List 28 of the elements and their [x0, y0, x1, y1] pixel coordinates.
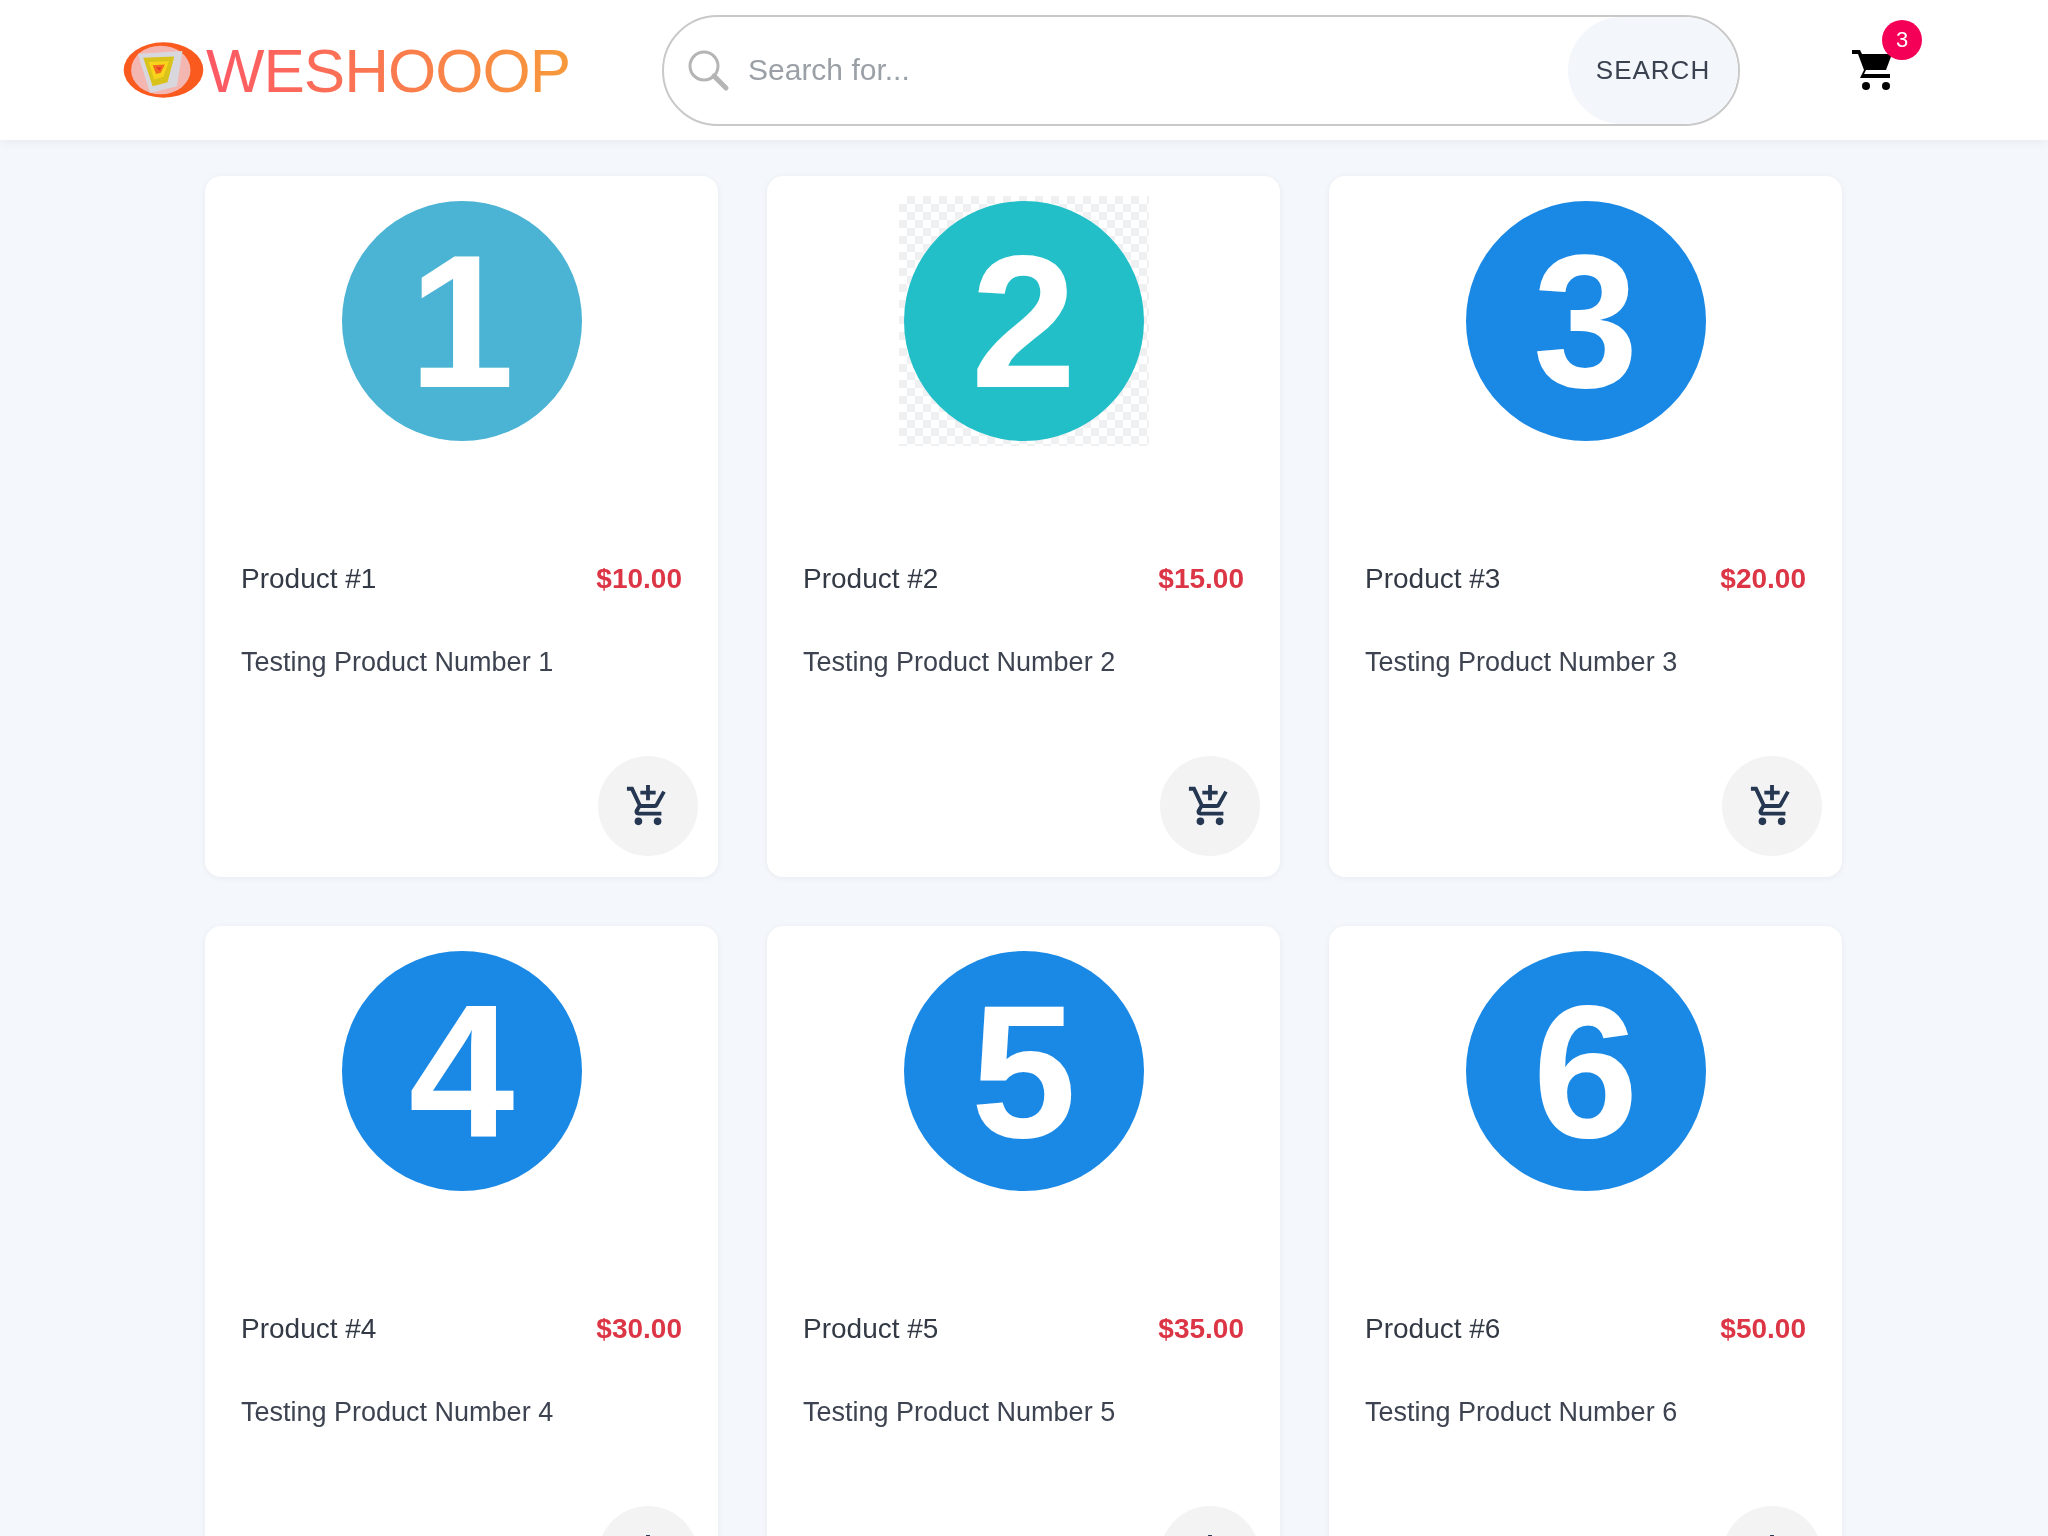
product-description: Testing Product Number 4 — [241, 1396, 555, 1429]
product-name: Product #1 — [241, 562, 377, 596]
product-price: $20.00 — [1720, 562, 1806, 596]
product-price: $15.00 — [1158, 562, 1244, 596]
search-button[interactable]: SEARCH — [1568, 16, 1738, 124]
product-name: Product #2 — [803, 562, 939, 596]
product-description: Testing Product Number 6 — [1365, 1396, 1679, 1429]
cart-count-badge: 3 — [1882, 20, 1922, 60]
number-badge-image: 3 — [1465, 201, 1706, 441]
product-price: $50.00 — [1720, 1312, 1806, 1346]
product-name: Product #6 — [1365, 1312, 1501, 1346]
product-description: Testing Product Number 3 — [1365, 646, 1679, 679]
number-badge-image: 5 — [903, 951, 1144, 1191]
number-badge-image: 2 — [903, 201, 1144, 441]
number-badge-image: 1 — [341, 201, 582, 441]
product-name: Product #5 — [803, 1312, 939, 1346]
number-badge-image: 6 — [1465, 951, 1706, 1191]
product-description: Testing Product Number 1 — [241, 646, 555, 679]
number-badge-image: 4 — [341, 951, 582, 1191]
product-name: Product #3 — [1365, 562, 1501, 596]
product-description: Testing Product Number 2 — [803, 646, 1117, 679]
product-price: $35.00 — [1158, 1312, 1244, 1346]
search-icon — [686, 48, 730, 92]
product-price: $10.00 — [596, 562, 682, 596]
product-price: $30.00 — [596, 1312, 682, 1346]
product-description: Testing Product Number 5 — [803, 1396, 1117, 1429]
search-field[interactable]: Search for... SEARCH — [662, 14, 1740, 126]
product-name: Product #4 — [241, 1312, 377, 1346]
